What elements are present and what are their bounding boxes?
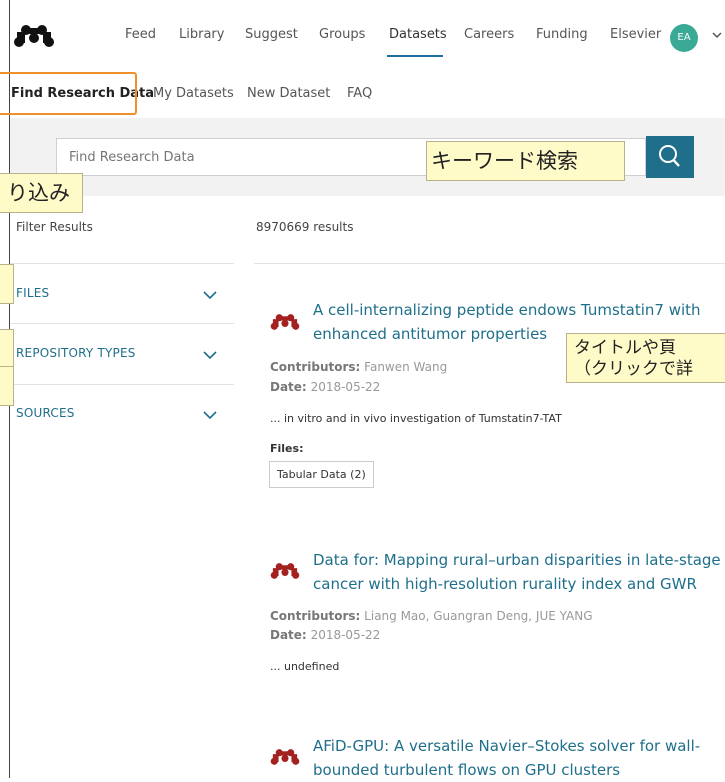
chevron-down-icon[interactable] bbox=[202, 350, 218, 360]
search-button[interactable] bbox=[646, 136, 694, 178]
result-title-link[interactable]: AFiD-GPU: A versatile Navier–Stokes solv… bbox=[313, 734, 725, 782]
mendeley-logo-icon[interactable] bbox=[13, 23, 55, 49]
result-date: Date: 2018-05-22 bbox=[270, 380, 380, 394]
nav-elsevier[interactable]: Elsevier bbox=[610, 27, 661, 42]
side-annotation bbox=[0, 264, 14, 304]
divider bbox=[254, 263, 725, 264]
divider bbox=[10, 384, 234, 385]
result-snippet: ... in vitro and in vivo investigation o… bbox=[270, 412, 562, 425]
result-title-line: cancer with high-resolution rurality ind… bbox=[313, 575, 697, 593]
result-title-line: A cell-internalizing peptide endows Tums… bbox=[313, 301, 701, 319]
date-label: Date: bbox=[270, 380, 307, 394]
result-title-line: Data for: Mapping rural–urban disparitie… bbox=[313, 551, 721, 569]
filter-annotation: り込み bbox=[0, 173, 83, 213]
divider bbox=[10, 263, 234, 264]
file-chip-tabular-data[interactable]: Tabular Data (2) bbox=[269, 461, 374, 488]
nav-datasets[interactable]: Datasets bbox=[389, 27, 447, 42]
result-title-line: AFiD-GPU: A versatile Navier–Stokes solv… bbox=[313, 737, 701, 755]
result-date: Date: 2018-05-22 bbox=[270, 628, 380, 642]
contributors-label: Contributors: bbox=[270, 360, 361, 374]
chevron-down-icon[interactable] bbox=[712, 30, 722, 40]
title-annotation: タイトルや頁 （クリックで詳 bbox=[566, 333, 725, 383]
subnav-faq[interactable]: FAQ bbox=[347, 86, 372, 101]
annotation-line: （クリックで詳 bbox=[574, 359, 693, 379]
results-count: 8970669 results bbox=[256, 220, 354, 234]
chevron-down-icon[interactable] bbox=[202, 290, 218, 300]
dataset-icon bbox=[270, 563, 300, 579]
top-navigation: Feed Library Suggest Groups Datasets Car… bbox=[0, 0, 725, 70]
result-snippet: ... undefined bbox=[270, 660, 340, 673]
highlight-box bbox=[0, 72, 137, 115]
keyword-search-annotation: キーワード検索 bbox=[426, 141, 625, 181]
facet-repository-types[interactable]: REPOSITORY TYPES bbox=[16, 346, 136, 360]
search-icon bbox=[659, 145, 680, 167]
nav-library[interactable]: Library bbox=[179, 27, 224, 42]
contributors-value: Liang Mao, Guangran Deng, JUE YANG bbox=[364, 609, 593, 623]
filter-results-heading: Filter Results bbox=[16, 220, 93, 234]
dataset-icon bbox=[270, 749, 300, 765]
nav-funding[interactable]: Funding bbox=[536, 27, 588, 42]
facet-sources[interactable]: SOURCES bbox=[16, 406, 75, 420]
nav-careers[interactable]: Careers bbox=[464, 27, 514, 42]
active-nav-indicator bbox=[387, 55, 443, 57]
side-annotation bbox=[0, 329, 14, 369]
date-value: 2018-05-22 bbox=[310, 380, 381, 394]
chevron-down-icon[interactable] bbox=[202, 410, 218, 420]
files-label: Files: bbox=[270, 442, 304, 455]
nav-groups[interactable]: Groups bbox=[319, 27, 365, 42]
result-title-link[interactable]: Data for: Mapping rural–urban disparitie… bbox=[313, 548, 725, 596]
date-label: Date: bbox=[270, 628, 307, 642]
subnav-new-dataset[interactable]: New Dataset bbox=[247, 86, 330, 101]
nav-suggest[interactable]: Suggest bbox=[245, 27, 298, 42]
contributors-label: Contributors: bbox=[270, 609, 361, 623]
subnav-my-datasets[interactable]: My Datasets bbox=[153, 86, 234, 101]
date-value: 2018-05-22 bbox=[310, 628, 381, 642]
dataset-icon bbox=[270, 314, 300, 330]
facet-files[interactable]: FILES bbox=[16, 286, 49, 300]
side-annotation bbox=[0, 366, 14, 406]
contributors-value: Fanwen Wang bbox=[364, 360, 448, 374]
divider bbox=[10, 323, 234, 324]
result-contributors: Contributors: Fanwen Wang bbox=[270, 360, 447, 374]
annotation-line: タイトルや頁 bbox=[574, 338, 676, 358]
nav-feed[interactable]: Feed bbox=[125, 27, 156, 42]
user-avatar[interactable]: EA bbox=[670, 24, 698, 52]
result-title-line: bounded turbulent flows on GPU clusters bbox=[313, 761, 621, 779]
result-contributors: Contributors: Liang Mao, Guangran Deng, … bbox=[270, 609, 593, 623]
